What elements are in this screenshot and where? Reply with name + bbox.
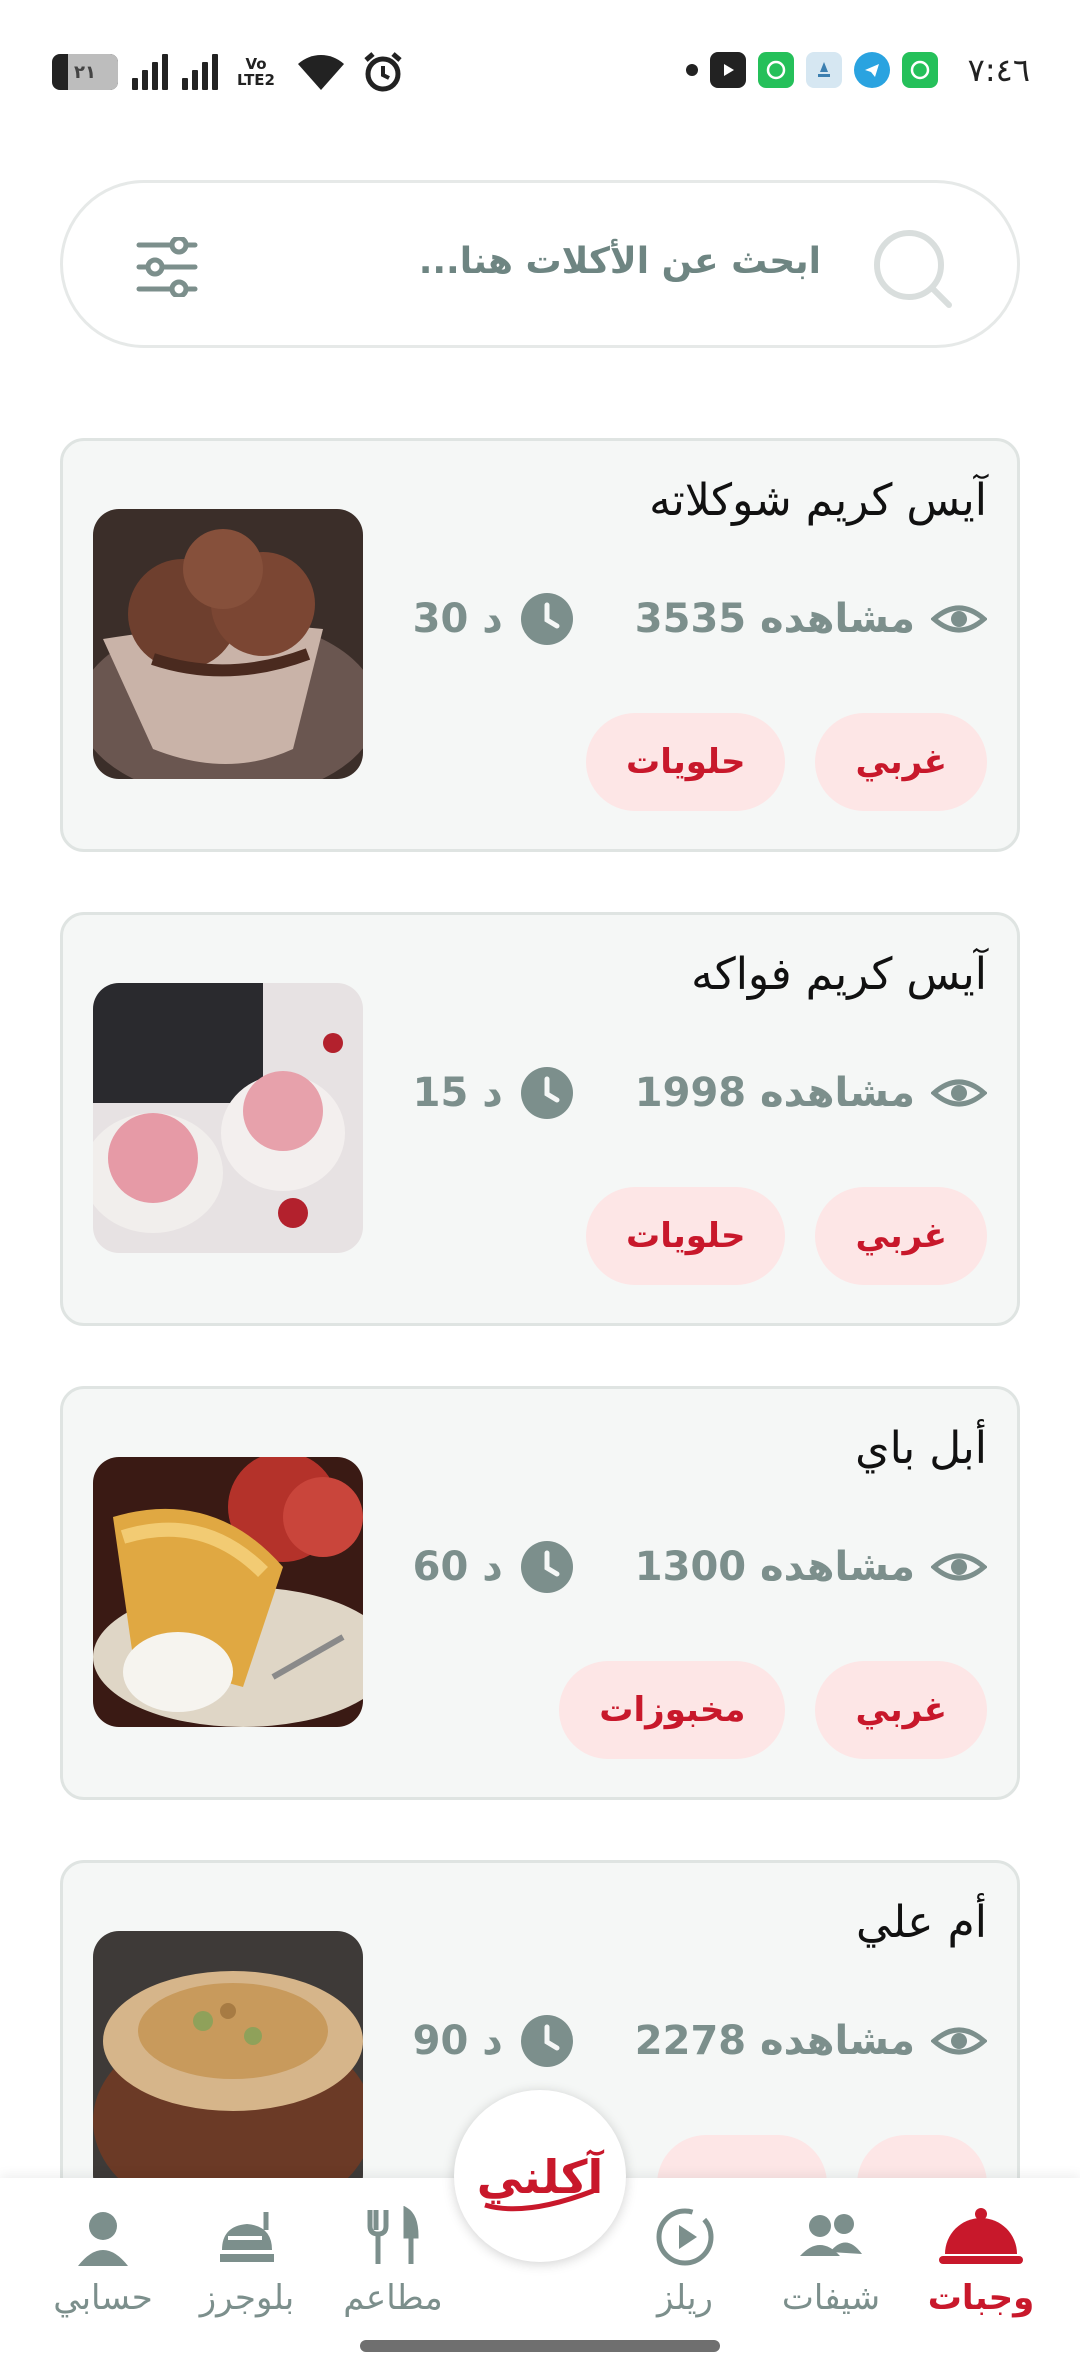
- clock-icon: [520, 1541, 573, 1593]
- tag-category[interactable]: حلويات: [586, 713, 786, 811]
- eye-icon: [931, 1079, 987, 1107]
- tag-cuisine[interactable]: غربي: [815, 713, 987, 811]
- volte-icon: Vo LTE2: [237, 55, 275, 89]
- recipe-card[interactable]: آيس كريم شوكلاته 3535 مشاهده 30 د غربي ح…: [60, 438, 1020, 852]
- cook-time: 90 د: [412, 2018, 503, 2064]
- user-icon: [78, 2212, 128, 2266]
- nav-label: حسابي: [53, 2278, 153, 2318]
- youtube-icon: [709, 52, 746, 88]
- nav-restaurants[interactable]: مطاعم: [318, 2206, 468, 2318]
- cook-time: 30 د: [412, 596, 503, 642]
- tag-category[interactable]: مخبوزات: [559, 1661, 786, 1759]
- nav-bloggers[interactable]: بلوجرز: [172, 2206, 322, 2318]
- wifi-icon: [298, 55, 344, 90]
- app-logo: آكلني: [477, 2149, 605, 2212]
- filter-icon[interactable]: [135, 237, 199, 297]
- views-count: 1300 مشاهده: [634, 1544, 915, 1590]
- search-icon: [874, 230, 952, 308]
- signal-icon: [182, 54, 218, 90]
- nav-meals[interactable]: وجبات: [906, 2206, 1056, 2318]
- eye-icon: [931, 2027, 987, 2055]
- search-bar[interactable]: ابحث عن الأكلات هنا...: [60, 180, 1020, 348]
- status-bar: ٢١ Vo LTE2 ٧:٤٦: [0, 0, 1080, 140]
- recipe-card[interactable]: آيس كريم فواكه 1998 مشاهده 15 د غربي حلو…: [60, 912, 1020, 1326]
- eye-icon: [931, 605, 987, 633]
- cook-time: 60 د: [412, 1544, 503, 1590]
- nav-chefs[interactable]: شيفات: [756, 2206, 906, 2318]
- recipe-image: [93, 1457, 363, 1727]
- recipe-card[interactable]: أبل باي 1300 مشاهده 60 د غربي مخبوزات: [60, 1386, 1020, 1800]
- clock: ٧:٤٦: [967, 51, 1030, 89]
- recipe-meta: 2278 مشاهده 90 د: [413, 2011, 987, 2071]
- signal-icon: [132, 54, 168, 90]
- alarm-icon: [364, 52, 402, 92]
- recipe-meta: 3535 مشاهده 30 د: [413, 589, 987, 649]
- views-count: 1998 مشاهده: [634, 1070, 915, 1116]
- nav-label: ريلز: [657, 2278, 713, 2318]
- telegram-icon: [853, 52, 890, 88]
- recipe-title: أبل باي: [855, 1423, 987, 1474]
- recipe-meta: 1300 مشاهده 60 د: [413, 1537, 987, 1597]
- home-indicator: [360, 2340, 720, 2352]
- search-input[interactable]: ابحث عن الأكلات هنا...: [419, 241, 821, 282]
- nav-account[interactable]: حسابي: [28, 2206, 178, 2318]
- recipe-meta: 1998 مشاهده 15 د: [413, 1063, 987, 1123]
- cook-time: 15 د: [412, 1070, 503, 1116]
- recipe-title: أم علي: [856, 1897, 987, 1948]
- nav-label: شيفات: [781, 2278, 881, 2318]
- notification-dot-icon: [685, 64, 698, 76]
- whatsapp-icon: [757, 52, 794, 88]
- clock-icon: [520, 2015, 573, 2067]
- nav-label: وجبات: [927, 2278, 1035, 2318]
- recipe-image: [93, 509, 363, 779]
- recipe-title: آيس كريم فواكه: [691, 949, 987, 1000]
- recipe-title: آيس كريم شوكلاته: [649, 475, 987, 526]
- views-count: 2278 مشاهده: [634, 2018, 915, 2064]
- tag-cuisine[interactable]: غربي: [815, 1661, 987, 1759]
- clock-icon: [520, 1067, 573, 1119]
- whatsapp-icon: [901, 52, 938, 88]
- recipe-image: [93, 983, 363, 1253]
- views-count: 3535 مشاهده: [634, 596, 915, 642]
- nav-label: مطاعم: [343, 2278, 443, 2318]
- utensils-icon: [367, 2206, 419, 2264]
- battery-icon: ٢١: [52, 54, 118, 90]
- users-icon: [800, 2214, 862, 2256]
- recipe-image: [93, 1931, 363, 2201]
- cloche-icon: [939, 2208, 1023, 2264]
- tag-cuisine[interactable]: غربي: [815, 1187, 987, 1285]
- clock-icon: [520, 593, 573, 645]
- home-logo-button[interactable]: آكلني: [454, 2090, 626, 2262]
- eye-icon: [931, 1553, 987, 1581]
- battery-level: ٢١: [74, 61, 96, 83]
- tag-category[interactable]: حلويات: [586, 1187, 786, 1285]
- play-circle-icon: [656, 2208, 714, 2266]
- nav-reels[interactable]: ريلز: [610, 2206, 760, 2318]
- chef-hat-icon: [220, 2212, 274, 2262]
- nav-label: بلوجرز: [199, 2278, 295, 2318]
- app-icon: [805, 52, 842, 88]
